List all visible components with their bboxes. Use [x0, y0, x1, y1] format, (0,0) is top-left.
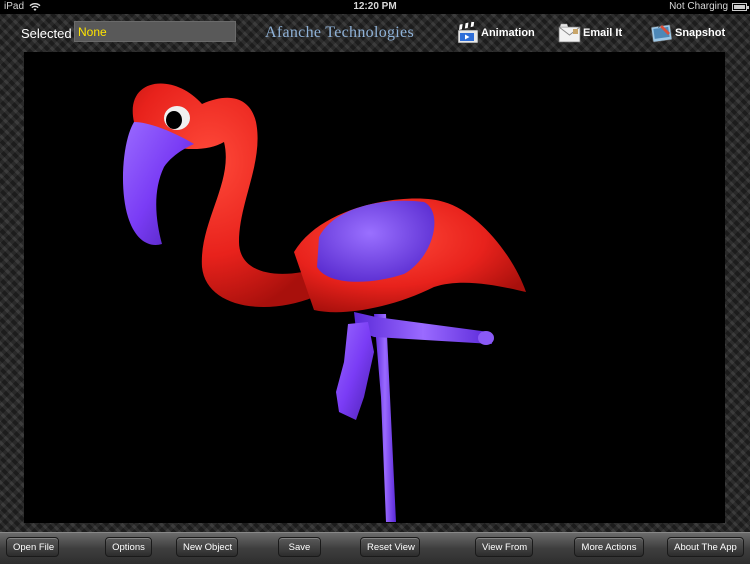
envelope-icon [558, 23, 581, 43]
standing-leg [374, 314, 396, 522]
more-actions-button[interactable]: More Actions [574, 537, 644, 557]
neck [132, 83, 324, 307]
snapshot-button[interactable]: Snapshot [650, 20, 725, 46]
clapperboard-icon [457, 22, 479, 44]
reset-view-button[interactable]: Reset View [360, 537, 420, 557]
animation-label: Animation [481, 27, 535, 39]
new-object-button[interactable]: New Object [176, 537, 238, 557]
selected-label: Selected [21, 26, 72, 41]
eye-pupil [166, 111, 182, 129]
foot [336, 322, 374, 420]
view-from-button[interactable]: View From [475, 537, 533, 557]
3d-viewport[interactable] [24, 52, 725, 523]
bent-leg [354, 312, 492, 344]
battery-icon [732, 3, 749, 11]
about-button[interactable]: About The App [667, 537, 744, 557]
beak [122, 122, 194, 245]
animation-button[interactable]: Animation [457, 20, 535, 46]
selected-field: None [74, 21, 236, 42]
snapshot-label: Snapshot [675, 27, 726, 39]
brand-title: Afanche Technologies [265, 24, 414, 41]
email-label: Email It [583, 27, 623, 39]
status-bar: iPad 12:20 PM Not Charging [0, 0, 750, 14]
options-button[interactable]: Options [105, 537, 152, 557]
clock: 12:20 PM [353, 1, 397, 12]
save-button[interactable]: Save [278, 537, 321, 557]
camera-icon [650, 24, 673, 43]
knee-joint [478, 331, 494, 345]
open-file-button[interactable]: Open File [6, 537, 59, 557]
charging-status: Not Charging [669, 1, 728, 12]
flamingo-model[interactable] [24, 52, 725, 523]
email-button[interactable]: Email It [558, 20, 622, 46]
